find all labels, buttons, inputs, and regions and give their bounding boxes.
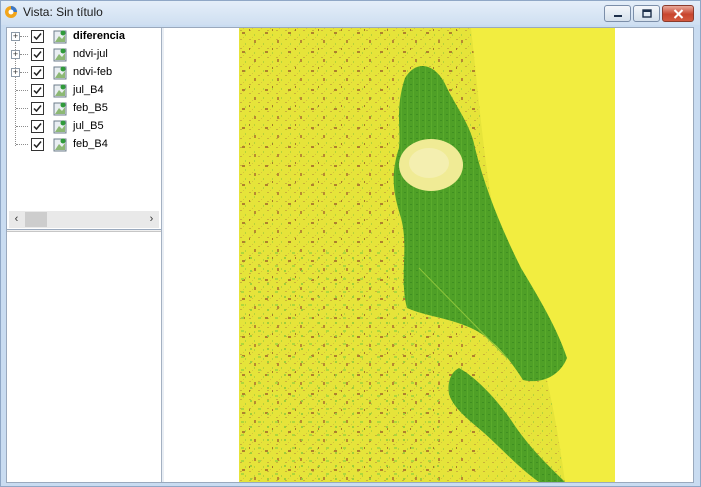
- raster-layer-icon: [53, 66, 67, 80]
- expand-toggle[interactable]: +: [11, 32, 20, 41]
- app-icon: [5, 6, 17, 18]
- status-strip: [6, 483, 694, 486]
- checkmark-icon: [33, 141, 42, 149]
- map-canvas[interactable]: [164, 28, 693, 482]
- tree-connector: [20, 54, 28, 55]
- title-bar[interactable]: Vista: Sin título: [1, 1, 700, 25]
- toc-splitter[interactable]: [7, 229, 161, 232]
- layer-visibility-checkbox[interactable]: [31, 66, 44, 79]
- layer-visibility-checkbox[interactable]: [31, 102, 44, 115]
- layer-visibility-checkbox[interactable]: [31, 138, 44, 151]
- maximize-button[interactable]: [633, 5, 660, 22]
- layer-name: ndvi-feb: [73, 66, 113, 78]
- tree-connector: [16, 126, 28, 127]
- checkmark-icon: [33, 87, 42, 95]
- raster-layer-icon: [53, 120, 67, 134]
- expand-toggle[interactable]: +: [11, 68, 20, 77]
- layer-item-diferencia[interactable]: + diferencia: [7, 28, 161, 46]
- layer-item-jul-b4[interactable]: jul_B4: [7, 82, 161, 100]
- layer-item-ndvi-jul[interactable]: + ndvi-jul: [7, 46, 161, 64]
- checkmark-icon: [33, 69, 42, 77]
- layer-name: ndvi-jul: [73, 48, 108, 60]
- raster-layer-icon: [53, 102, 67, 116]
- toc-horizontal-scrollbar[interactable]: ‹ ›: [9, 211, 159, 228]
- layer-item-feb-b5[interactable]: feb_B5: [7, 100, 161, 118]
- table-of-contents: + diferencia + ndvi-jul + ndvi-feb jul_B…: [7, 28, 161, 482]
- layer-tree[interactable]: + diferencia + ndvi-jul + ndvi-feb jul_B…: [7, 28, 161, 210]
- close-icon: [673, 8, 683, 19]
- raster-layer-icon: [53, 138, 67, 152]
- layer-name: jul_B5: [73, 120, 104, 132]
- layer-name: diferencia: [73, 30, 125, 42]
- tree-connector: [16, 144, 28, 145]
- expand-toggle[interactable]: +: [11, 50, 20, 59]
- close-button[interactable]: [662, 5, 694, 22]
- locator-map-panel[interactable]: [7, 233, 161, 482]
- layer-name: feb_B5: [73, 102, 108, 114]
- raster-image: [239, 28, 615, 482]
- scroll-left-button[interactable]: ‹: [9, 211, 24, 228]
- checkmark-icon: [33, 33, 42, 41]
- layer-name: jul_B4: [73, 84, 104, 96]
- layer-item-ndvi-feb[interactable]: + ndvi-feb: [7, 64, 161, 82]
- view-client-area: + diferencia + ndvi-jul + ndvi-feb jul_B…: [6, 27, 694, 483]
- layer-item-feb-b4[interactable]: feb_B4: [7, 136, 161, 154]
- scroll-thumb[interactable]: [25, 212, 47, 227]
- layer-visibility-checkbox[interactable]: [31, 120, 44, 133]
- tree-connector: [16, 90, 28, 91]
- scroll-right-button[interactable]: ›: [144, 211, 159, 228]
- minimize-icon: [613, 14, 622, 17]
- raster-layer-icon: [53, 84, 67, 98]
- raster-layer-icon: [53, 48, 67, 62]
- checkmark-icon: [33, 51, 42, 59]
- layer-visibility-checkbox[interactable]: [31, 30, 44, 43]
- maximize-icon: [641, 9, 652, 18]
- layer-name: feb_B4: [73, 138, 108, 150]
- tree-connector: [16, 108, 28, 109]
- layer-visibility-checkbox[interactable]: [31, 48, 44, 61]
- checkmark-icon: [33, 105, 42, 113]
- tree-connector: [20, 36, 28, 37]
- layer-item-jul-b5[interactable]: jul_B5: [7, 118, 161, 136]
- raster-layer-icon: [53, 30, 67, 44]
- minimize-button[interactable]: [604, 5, 631, 22]
- view-window: Vista: Sin título + diferencia + ndvi-ju…: [0, 0, 701, 487]
- checkmark-icon: [33, 123, 42, 131]
- layer-visibility-checkbox[interactable]: [31, 84, 44, 97]
- window-title: Vista: Sin título: [23, 5, 103, 19]
- tree-connector: [20, 72, 28, 73]
